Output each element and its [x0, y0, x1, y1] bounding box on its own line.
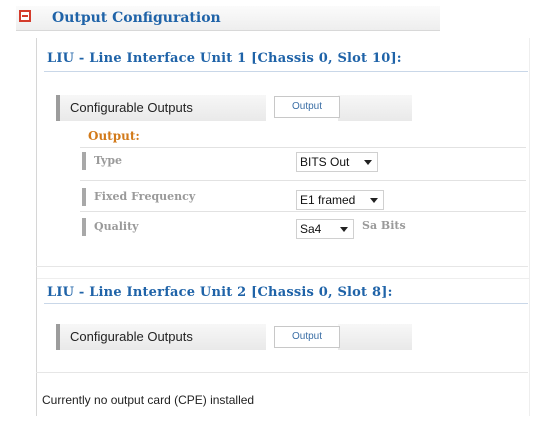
chevron-down-icon — [364, 160, 372, 165]
liu2-bar-tail — [338, 324, 412, 350]
section-header: Output Configuration — [16, 6, 440, 31]
liu2-bottom-line — [36, 372, 528, 373]
liu2-output-tab[interactable]: Output — [274, 326, 340, 348]
frequency-separator — [80, 211, 526, 212]
no-output-card-message: Currently no output card (CPE) installed — [42, 393, 255, 407]
fixed-frequency-select[interactable]: E1 framed — [296, 190, 384, 210]
liu2-configurable-label: Configurable Outputs — [70, 329, 193, 344]
liu1-configurable-label: Configurable Outputs — [70, 100, 193, 115]
output-heading: Output: — [88, 129, 140, 143]
type-select-value: BITS Out — [300, 155, 350, 169]
output-separator — [80, 147, 526, 148]
quality-select-value: Sa4 — [300, 222, 322, 236]
liu1-divider — [44, 71, 528, 72]
quality-label: Quality — [82, 218, 139, 236]
type-separator — [80, 180, 526, 181]
minus-icon[interactable] — [19, 10, 31, 22]
liu2-title: LIU - Line Interface Unit 2 [Chassis 0, … — [47, 285, 393, 300]
section-title: Output Configuration — [52, 10, 221, 26]
fixed-frequency-select-value: E1 framed — [300, 193, 356, 207]
liu1-title: LIU - Line Interface Unit 1 [Chassis 0, … — [47, 51, 402, 66]
liu1-bottom-line — [36, 266, 528, 267]
liu1-configurable-bar: Configurable Outputs — [56, 95, 266, 121]
chevron-down-icon — [370, 198, 378, 203]
liu2-divider — [44, 303, 528, 304]
chevron-down-icon — [340, 227, 348, 232]
liu2-configurable-bar: Configurable Outputs — [56, 324, 266, 350]
liu1-bar-tail — [338, 95, 412, 121]
type-select[interactable]: BITS Out — [296, 152, 378, 172]
type-label: Type — [82, 152, 122, 170]
quality-select[interactable]: Sa4 — [296, 219, 354, 239]
quality-suffix: Sa Bits — [362, 219, 406, 232]
liu1-output-tab[interactable]: Output — [274, 96, 340, 118]
fixed-frequency-label: Fixed Frequency — [82, 188, 195, 206]
